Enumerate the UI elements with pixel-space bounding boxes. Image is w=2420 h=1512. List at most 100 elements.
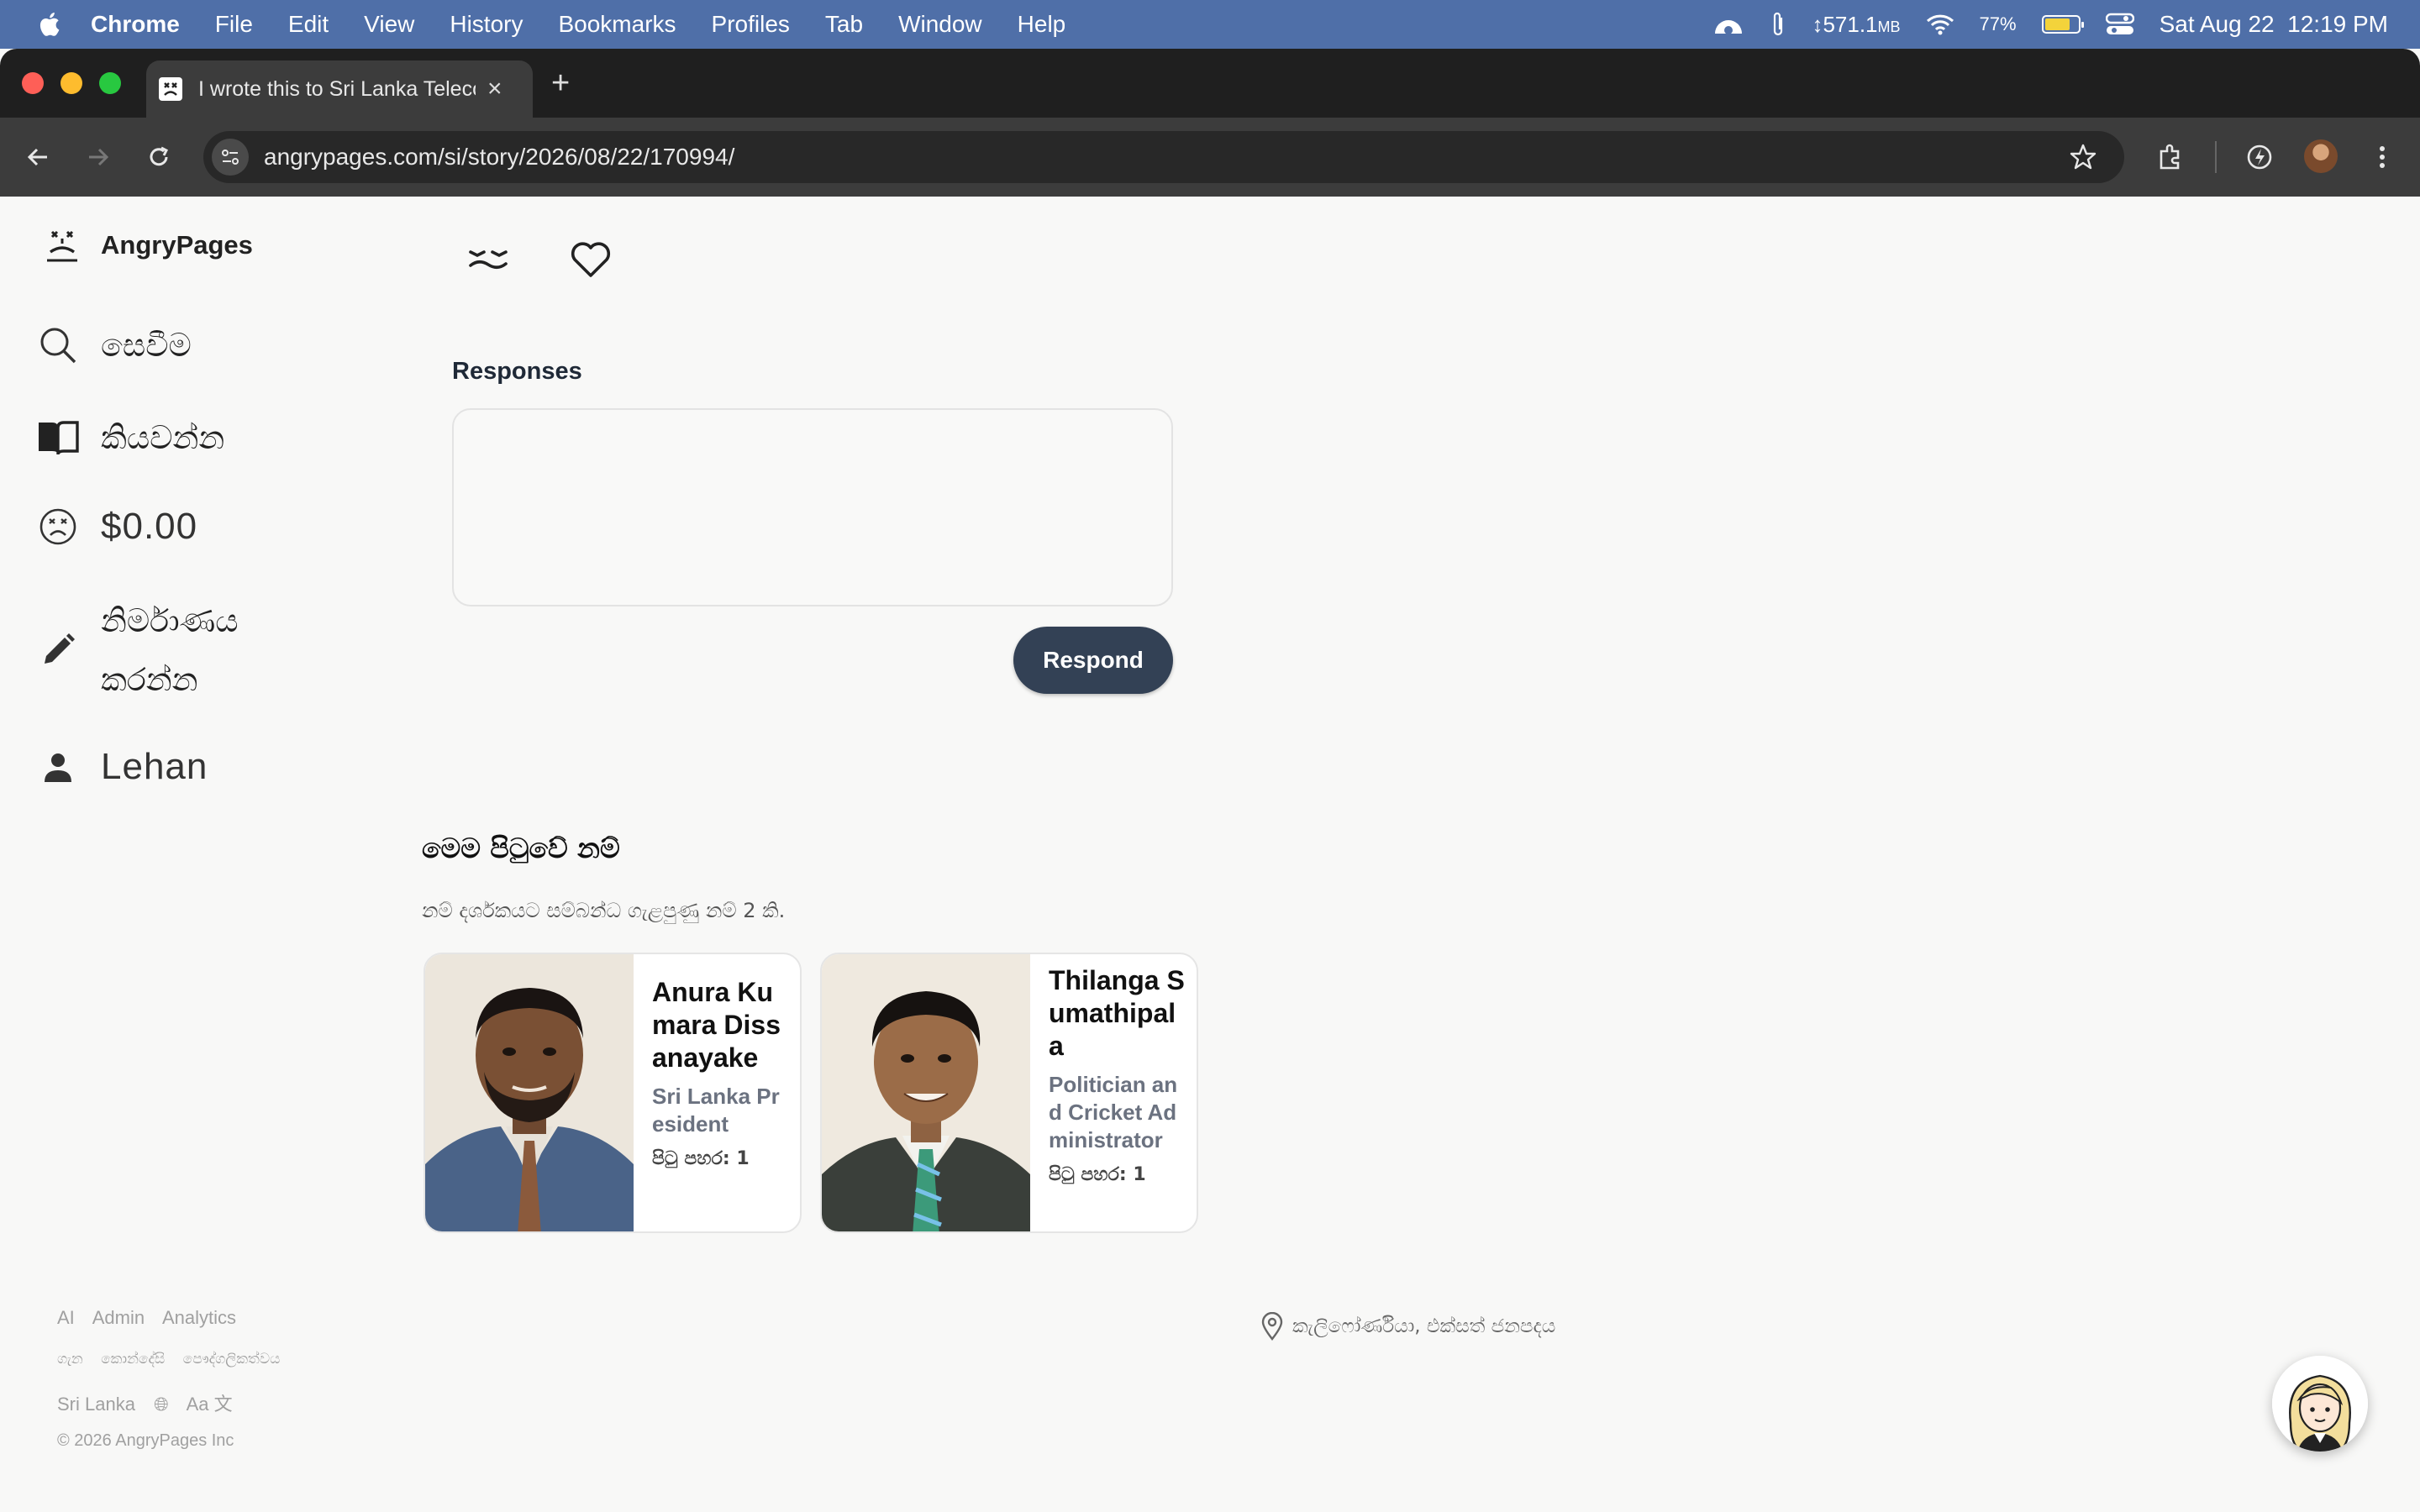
footer-link-about[interactable]: ගැන (57, 1351, 83, 1368)
menu-window[interactable]: Window (898, 11, 982, 38)
responses-heading: Responses (452, 358, 582, 385)
menu-file[interactable]: File (215, 11, 253, 38)
language-label: Aa 文 (186, 1394, 233, 1415)
page-hits: පිටු පහර: 1 (1049, 1164, 1146, 1185)
sidebar-item-read[interactable]: කියවන්න (37, 417, 224, 459)
search-icon (37, 324, 79, 366)
forward-arrow-icon[interactable] (82, 141, 114, 173)
angrypages-favicon (159, 77, 182, 101)
memory-indicator[interactable]: ↕571.1MB (1812, 12, 1900, 38)
location-indicator: කැලිෆෝර්ණියා, එක්සත් ජනපදය (1260, 1312, 1555, 1341)
assistant-avatar-icon (2272, 1356, 2368, 1452)
extensions-icon[interactable] (2154, 141, 2186, 173)
footer-locale: Sri Lanka 🌐︎ Aa 文 (57, 1389, 260, 1416)
person-name: Anura Kumara Dissanayake (652, 977, 781, 1073)
name-card[interactable]: Anura Kumara Dissanayake Sri Lanka Presi… (424, 953, 802, 1233)
memory-unit: MB (1877, 18, 1901, 35)
battery-fill (2044, 18, 2070, 30)
menu-edit[interactable]: Edit (288, 11, 329, 38)
names-section-title: මෙම පිටුවේ නම් (422, 832, 620, 864)
performance-icon[interactable] (2244, 141, 2275, 173)
active-tab[interactable]: I wrote this to Sri Lanka Telecom × (146, 60, 533, 118)
name-card-info: Anura Kumara Dissanayake Sri Lanka Presi… (652, 976, 790, 1169)
reload-icon[interactable] (143, 141, 175, 173)
bookmark-star-icon[interactable] (2069, 143, 2097, 171)
name-card[interactable]: Thilanga Sumathipala Politician and Cric… (820, 953, 1198, 1233)
sidebar-item-create[interactable]: නිර්මාණය කරන්න (37, 591, 269, 709)
footer-link-analytics[interactable]: Analytics (162, 1307, 236, 1328)
sidebar-item-balance[interactable]: $0.00 (37, 506, 197, 548)
footer-copyright: © 2026 AngryPages Inc (57, 1431, 234, 1450)
sidebar-item-search[interactable]: සෙවීම (37, 324, 192, 366)
person-icon (37, 746, 79, 788)
sidebar-item-label: සෙවීම (101, 326, 192, 364)
battery-icon[interactable] (2041, 15, 2084, 34)
site-settings-icon[interactable] (212, 139, 249, 176)
cloud-arc-icon[interactable] (1712, 12, 1744, 37)
sidebar-item-label: Lehan (101, 746, 208, 787)
menu-app-name[interactable]: Chrome (91, 11, 180, 38)
brand-name: AngryPages (101, 230, 253, 260)
person-photo (425, 954, 634, 1231)
sidebar-item-profile[interactable]: Lehan (37, 746, 208, 788)
assistant-avatar-button[interactable] (2272, 1356, 2368, 1452)
apple-icon[interactable] (35, 9, 66, 39)
back-arrow-icon[interactable] (22, 141, 54, 173)
control-center-icon[interactable] (2105, 13, 2134, 36)
menu-bookmarks[interactable]: Bookmarks (558, 11, 676, 38)
profile-avatar[interactable] (2304, 139, 2338, 173)
page-hits: පිටු පහර: 1 (652, 1148, 750, 1169)
person-name: Thilanga Sumathipala (1049, 965, 1185, 1061)
sidebar-item-label: $0.00 (101, 506, 198, 547)
wifi-icon[interactable] (1926, 13, 1954, 35)
tab-close-icon[interactable]: × (487, 75, 502, 103)
url-text[interactable]: angrypages.com/si/story/2026/08/22/17099… (264, 144, 734, 171)
new-tab-button[interactable]: + (551, 66, 570, 102)
location-text: කැලිෆෝර්ණියා, එක්සත් ජනපදය (1292, 1315, 1556, 1337)
footer-link-terms[interactable]: කොන්දේසි (101, 1351, 165, 1368)
pencil-icon (37, 629, 79, 671)
footer-link-privacy[interactable]: පෞද්ගලිකත්වය (183, 1351, 281, 1368)
page-content: AngryPages සෙවීම කියවන්න $0.00 නිර්මාණය … (0, 197, 2420, 1512)
menu-tab[interactable]: Tab (825, 11, 863, 38)
sidebar-item-label: නිර්මාණය කරන්න (101, 602, 239, 698)
toolbar-separator (2215, 141, 2217, 173)
menu-help[interactable]: Help (1018, 11, 1066, 38)
names-section-subtitle: නම් දර්ශකයට සම්බන්ධ ගැළපුණු නම් 2 කි. (422, 899, 786, 922)
angry-face-coin-icon (37, 506, 79, 548)
language-selector[interactable]: 🌐︎ Aa 文 (154, 1394, 246, 1415)
clock[interactable]: Sat Aug 22 12:19 PM (2160, 11, 2388, 38)
menu-view[interactable]: View (364, 11, 414, 38)
footer-link-ai[interactable]: AI (57, 1307, 75, 1328)
browser-toolbar: angrypages.com/si/story/2026/08/22/17099… (0, 118, 2420, 197)
tab-title: I wrote this to Sri Lanka Telecom (198, 76, 476, 101)
person-role: Politician and Cricket Administrator (1049, 1072, 1178, 1152)
menu-profiles[interactable]: Profiles (712, 11, 790, 38)
person-role: Sri Lanka President (652, 1084, 780, 1137)
footer-links: AI Admin Analytics (57, 1307, 250, 1329)
minimize-window-button[interactable] (60, 72, 82, 94)
macos-menu-bar: Chrome File Edit View History Bookmarks … (0, 0, 2420, 49)
tab-bar: I wrote this to Sri Lanka Telecom × + (0, 49, 2420, 118)
paperclip-icon[interactable] (1770, 11, 1786, 38)
name-card-info: Thilanga Sumathipala Politician and Cric… (1049, 964, 1186, 1185)
battery-percent: 77% (1979, 13, 2017, 34)
respond-button[interactable]: Respond (1013, 627, 1173, 694)
footer-country[interactable]: Sri Lanka (57, 1394, 135, 1415)
footer-link-admin[interactable]: Admin (92, 1307, 145, 1328)
heart-icon[interactable] (568, 237, 613, 282)
footer-policy-links: ගැන කොන්දේසි පෞද්ගලිකත්වය (57, 1351, 293, 1368)
more-menu-icon[interactable] (2366, 141, 2398, 173)
brand[interactable]: AngryPages (44, 227, 253, 264)
address-bar[interactable]: angrypages.com/si/story/2026/08/22/17099… (203, 131, 2124, 183)
angrypages-logo-icon (47, 230, 77, 262)
sidebar-item-label: කියවන්න (101, 418, 225, 456)
globe-icon: 🌐︎ (154, 1394, 169, 1415)
close-window-button[interactable] (22, 72, 44, 94)
maximize-window-button[interactable] (99, 72, 121, 94)
response-textarea[interactable] (452, 408, 1173, 606)
memory-value: 571.1 (1823, 11, 1878, 37)
person-photo (822, 954, 1030, 1231)
angry-reaction-icon[interactable] (466, 237, 511, 282)
menu-history[interactable]: History (450, 11, 523, 38)
